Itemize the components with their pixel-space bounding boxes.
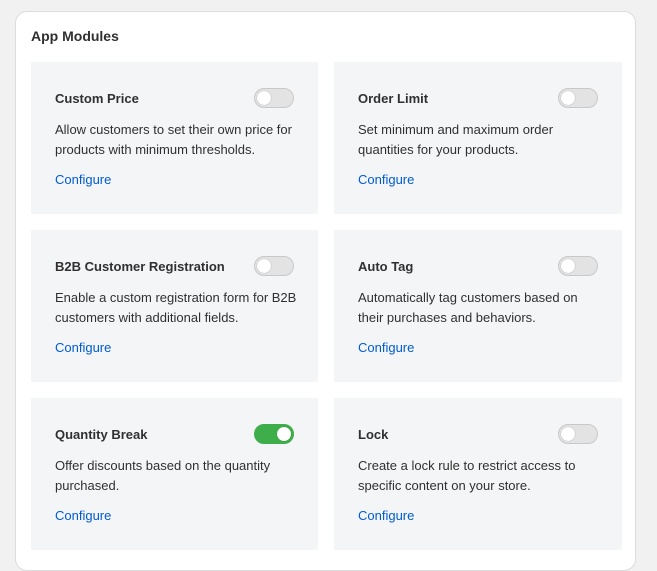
auto-tag-toggle[interactable] [558,256,598,276]
module-description: Allow customers to set their own price f… [55,122,292,157]
module-title: Custom Price [55,90,139,106]
card-header: B2B Customer Registration [55,256,294,276]
lock-toggle[interactable] [558,424,598,444]
module-title: Auto Tag [358,258,414,274]
module-description: Create a lock rule to restrict access to… [358,458,576,493]
toggle-knob [561,259,575,273]
toggle-knob [277,427,291,441]
module-title: Order Limit [358,90,429,106]
module-card-order-limit: Order Limit Set minimum and maximum orde… [334,62,622,214]
order-limit-toggle[interactable] [558,88,598,108]
card-header: Lock [358,424,598,444]
modules-grid: Custom Price Allow customers to set thei… [31,62,622,550]
module-card-b2b-registration: B2B Customer Registration Enable a custo… [31,230,318,382]
module-description: Automatically tag customers based on the… [358,290,578,325]
panel-title: App Modules [31,28,119,44]
configure-link-quantity-break[interactable]: Configure [55,508,111,523]
module-description: Enable a custom registration form for B2… [55,290,297,325]
card-header: Quantity Break [55,424,294,444]
module-title: Quantity Break [55,426,148,442]
module-card-lock: Lock Create a lock rule to restrict acce… [334,398,622,550]
module-card-auto-tag: Auto Tag Automatically tag customers bas… [334,230,622,382]
module-description: Offer discounts based on the quantity pu… [55,458,271,493]
toggle-knob [561,91,575,105]
card-header: Custom Price [55,88,294,108]
configure-link-lock[interactable]: Configure [358,508,414,523]
configure-link-order-limit[interactable]: Configure [358,172,414,187]
card-header: Order Limit [358,88,598,108]
quantity-break-toggle[interactable] [254,424,294,444]
toggle-knob [561,427,575,441]
module-card-quantity-break: Quantity Break Offer discounts based on … [31,398,318,550]
toggle-knob [257,91,271,105]
b2b-registration-toggle[interactable] [254,256,294,276]
configure-link-b2b-registration[interactable]: Configure [55,340,111,355]
module-title: B2B Customer Registration [55,258,225,274]
app-modules-panel: App Modules Custom Price Allow customers… [15,11,636,571]
module-card-custom-price: Custom Price Allow customers to set thei… [31,62,318,214]
module-description: Set minimum and maximum order quantities… [358,122,554,157]
module-title: Lock [358,426,389,442]
configure-link-custom-price[interactable]: Configure [55,172,111,187]
card-header: Auto Tag [358,256,598,276]
custom-price-toggle[interactable] [254,88,294,108]
toggle-knob [257,259,271,273]
configure-link-auto-tag[interactable]: Configure [358,340,414,355]
